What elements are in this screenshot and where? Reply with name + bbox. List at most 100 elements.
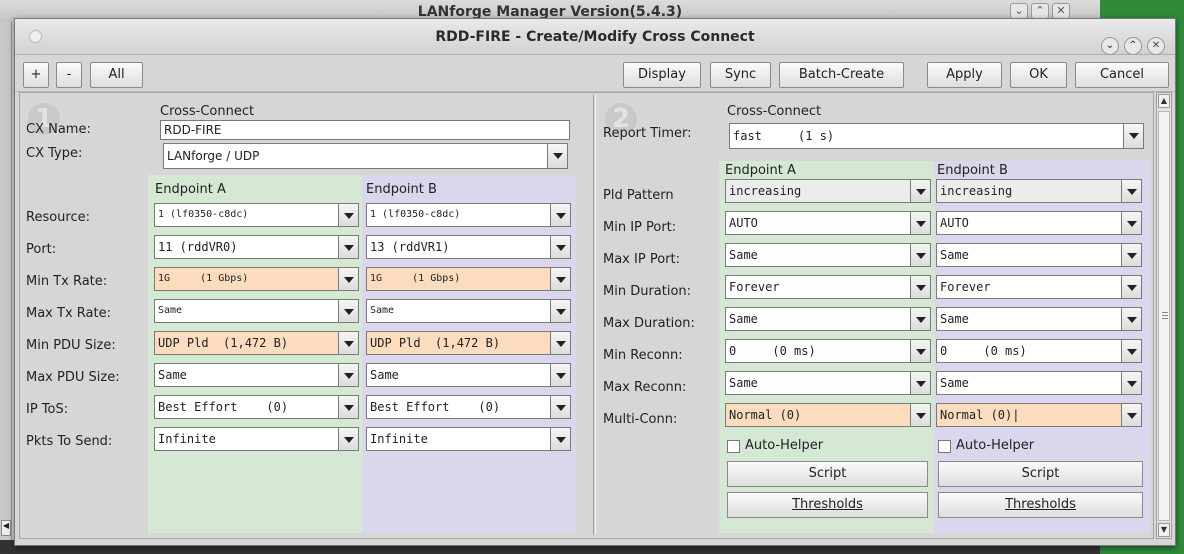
min-pdu-size-b-dropdown-icon[interactable]	[550, 331, 571, 355]
ip-tos-b-select[interactable]: Best Effort (0)	[366, 395, 551, 419]
remove-button[interactable]: -	[56, 62, 82, 88]
window-menu-icon[interactable]	[29, 30, 42, 43]
min-reconn-a-dropdown-icon[interactable]	[910, 339, 931, 363]
multi-conn-b-dropdown-icon[interactable]	[1121, 403, 1142, 427]
min-ip-port-a-select[interactable]: AUTO	[725, 211, 911, 235]
close-button[interactable]: ✕	[1147, 37, 1165, 55]
ip-tos-a-dropdown-icon[interactable]	[338, 395, 359, 419]
cx-name-input[interactable]: RDD-FIRE	[160, 120, 570, 140]
min-tx-rate-a-select[interactable]: 1G (1 Gbps)	[154, 267, 339, 291]
port-a-select[interactable]: 11 (rddVR0)	[154, 235, 339, 259]
all-button[interactable]: All	[90, 62, 143, 88]
multi-conn-a-select[interactable]: Normal (0)	[725, 403, 911, 427]
max-ip-port-b-select[interactable]: Same	[936, 243, 1122, 267]
min-duration-a-dropdown-icon[interactable]	[910, 275, 931, 299]
script-a-button[interactable]: Script	[727, 461, 928, 487]
max-tx-rate-a-dropdown-icon[interactable]	[338, 299, 359, 323]
max-reconn-b-select[interactable]: Same	[936, 371, 1122, 395]
apply-button[interactable]: Apply	[927, 62, 1002, 88]
max-duration-a-select[interactable]: Same	[725, 307, 911, 331]
max-reconn-a-dropdown-icon[interactable]	[910, 371, 931, 395]
resource-a-select[interactable]: 1 (lf0350-c8dc)	[154, 203, 339, 227]
thresholds-b-button[interactable]: Thresholds	[938, 492, 1143, 518]
min-duration-b-dropdown-icon[interactable]	[1121, 275, 1142, 299]
resource-label: Resource:	[26, 210, 90, 225]
script-b-button[interactable]: Script	[938, 461, 1143, 487]
max-reconn-a-select[interactable]: Same	[725, 371, 911, 395]
min-pdu-size-a-dropdown-icon[interactable]	[338, 331, 359, 355]
pkts-to-send-a-select[interactable]: Infinite	[154, 427, 339, 451]
max-pdu-size-label: Max PDU Size:	[26, 370, 120, 385]
min-reconn-b-dropdown-icon[interactable]	[1121, 339, 1142, 363]
pld-pattern-b-dropdown-icon[interactable]	[1121, 179, 1142, 203]
pkts-to-send-a-dropdown-icon[interactable]	[338, 427, 359, 451]
resource-a-dropdown-icon[interactable]	[338, 203, 359, 227]
min-duration-a-select[interactable]: Forever	[725, 275, 911, 299]
ip-tos-b-dropdown-icon[interactable]	[550, 395, 571, 419]
min-reconn-a-select[interactable]: 0 (0 ms)	[725, 339, 911, 363]
resource-b-select[interactable]: 1 (lf0350-c8dc)	[366, 203, 551, 227]
port-b-select[interactable]: 13 (rddVR1)	[366, 235, 551, 259]
auto-helper-a-label: Auto-Helper	[745, 438, 824, 453]
auto-helper-b-checkbox[interactable]	[938, 440, 951, 453]
add-button[interactable]: +	[23, 62, 49, 88]
pld-pattern-b-select[interactable]: increasing	[936, 179, 1122, 203]
scroll-thumb[interactable]	[1158, 111, 1170, 521]
multi-conn-a-dropdown-icon[interactable]	[910, 403, 931, 427]
max-pdu-size-a-select[interactable]: Same	[154, 363, 339, 387]
max-pdu-size-b-dropdown-icon[interactable]	[550, 363, 571, 387]
left-scroll-arrow[interactable]: ◀	[1, 520, 11, 536]
display-button[interactable]: Display	[623, 62, 701, 88]
min-ip-port-b-select[interactable]: AUTO	[936, 211, 1122, 235]
scroll-up-icon[interactable]: ▲	[1158, 94, 1170, 108]
pkts-to-send-b-dropdown-icon[interactable]	[550, 427, 571, 451]
vertical-scrollbar[interactable]: ▲ ▼	[1156, 92, 1172, 539]
max-pdu-size-a-dropdown-icon[interactable]	[338, 363, 359, 387]
minimize-button[interactable]: ⌄	[1101, 37, 1119, 55]
sync-button[interactable]: Sync	[710, 62, 771, 88]
report-timer-dropdown-icon[interactable]	[1123, 123, 1144, 149]
pkts-to-send-b-select[interactable]: Infinite	[366, 427, 551, 451]
port-b-dropdown-icon[interactable]	[550, 235, 571, 259]
ip-tos-a-select[interactable]: Best Effort (0)	[154, 395, 339, 419]
min-reconn-b-select[interactable]: 0 (0 ms)	[936, 339, 1122, 363]
min-pdu-size-a-select[interactable]: UDP Pld (1,472 B)	[154, 331, 339, 355]
max-duration-b-select[interactable]: Same	[936, 307, 1122, 331]
min-pdu-size-b-select[interactable]: UDP Pld (1,472 B)	[366, 331, 551, 355]
thresholds-a-button[interactable]: Thresholds	[727, 492, 928, 518]
max-tx-rate-b-select[interactable]: Same	[366, 299, 551, 323]
max-duration-b-dropdown-icon[interactable]	[1121, 307, 1142, 331]
report-timer-select[interactable]: fast (1 s)	[729, 123, 1124, 149]
cx-type-dropdown-icon[interactable]	[547, 143, 568, 169]
batch-create-button[interactable]: Batch-Create	[779, 62, 904, 88]
scroll-down-icon[interactable]: ▼	[1158, 523, 1170, 537]
max-tx-rate-b-dropdown-icon[interactable]	[550, 299, 571, 323]
multi-conn-b-select[interactable]: Normal (0)|	[936, 403, 1122, 427]
min-ip-port-b-dropdown-icon[interactable]	[1121, 211, 1142, 235]
min-ip-port-a-dropdown-icon[interactable]	[910, 211, 931, 235]
cx-type-select[interactable]: LANforge / UDP	[163, 143, 548, 169]
maximize-button[interactable]: ⌃	[1124, 37, 1142, 55]
max-ip-port-a-select[interactable]: Same	[725, 243, 911, 267]
content-area: 1 Cross-Connect CX Name: RDD-FIRE CX Typ…	[19, 92, 1154, 539]
pld-pattern-a-select[interactable]: increasing	[725, 179, 911, 203]
left-panel: 1 Cross-Connect CX Name: RDD-FIRE CX Typ…	[20, 95, 592, 535]
panel-divider[interactable]	[593, 95, 596, 535]
max-ip-port-label: Max IP Port:	[603, 252, 680, 267]
auto-helper-a-checkbox[interactable]	[727, 440, 740, 453]
pld-pattern-a-dropdown-icon[interactable]	[910, 179, 931, 203]
max-ip-port-b-dropdown-icon[interactable]	[1121, 243, 1142, 267]
resource-b-dropdown-icon[interactable]	[550, 203, 571, 227]
max-reconn-b-dropdown-icon[interactable]	[1121, 371, 1142, 395]
ok-button[interactable]: OK	[1010, 62, 1067, 88]
cancel-button[interactable]: Cancel	[1075, 62, 1169, 88]
min-tx-rate-b-select[interactable]: 1G (1 Gbps)	[366, 267, 551, 291]
min-tx-rate-b-dropdown-icon[interactable]	[550, 267, 571, 291]
min-duration-b-select[interactable]: Forever	[936, 275, 1122, 299]
max-ip-port-a-dropdown-icon[interactable]	[910, 243, 931, 267]
max-pdu-size-b-select[interactable]: Same	[366, 363, 551, 387]
max-duration-a-dropdown-icon[interactable]	[910, 307, 931, 331]
min-tx-rate-a-dropdown-icon[interactable]	[338, 267, 359, 291]
max-tx-rate-a-select[interactable]: Same	[154, 299, 339, 323]
port-a-dropdown-icon[interactable]	[338, 235, 359, 259]
